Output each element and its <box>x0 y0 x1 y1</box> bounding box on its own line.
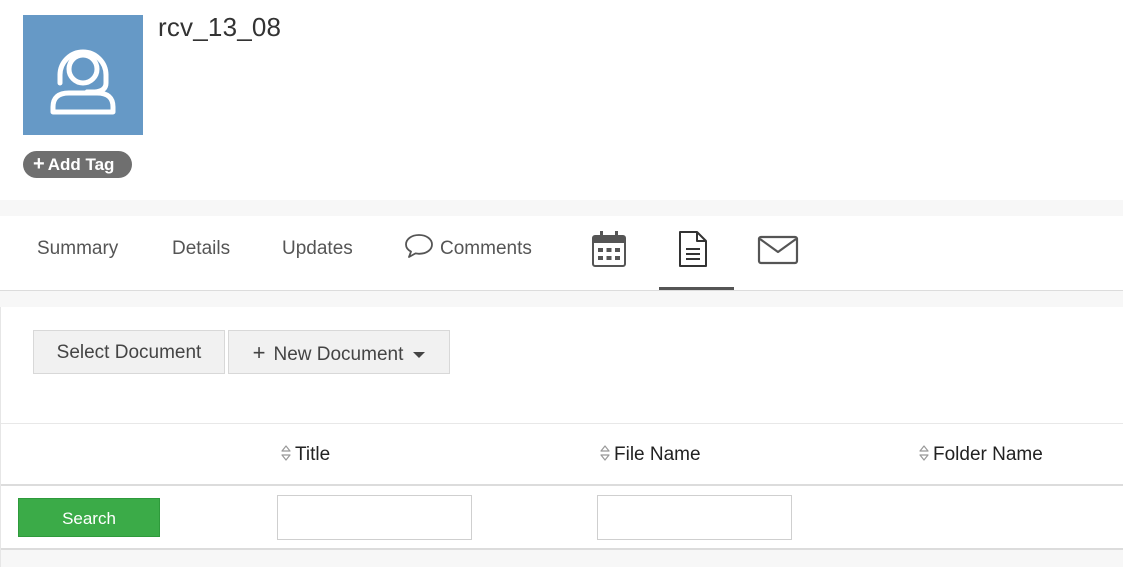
plus-icon: + <box>252 340 266 365</box>
sort-icon <box>919 445 929 461</box>
search-button[interactable]: Search <box>18 498 160 537</box>
avatar <box>23 15 143 135</box>
email-icon <box>757 235 799 265</box>
tab-updates[interactable]: Updates <box>282 216 353 290</box>
active-tab-indicator <box>659 287 734 290</box>
column-header-title[interactable]: Title <box>280 444 330 466</box>
tab-summary[interactable]: Summary <box>37 216 118 290</box>
new-document-button[interactable]: + New Document <box>228 330 450 374</box>
column-title-label: Title <box>295 444 331 465</box>
divider <box>1 484 1123 486</box>
sort-icon <box>281 445 291 461</box>
tab-comments-label: Comments <box>440 238 532 259</box>
column-header-folder-name[interactable]: Folder Name <box>918 444 1043 466</box>
tab-documents[interactable] <box>659 216 734 290</box>
divider <box>1 423 1123 424</box>
sort-icon <box>600 445 610 461</box>
add-tag-button[interactable]: + Add Tag <box>23 151 132 178</box>
headset-user-icon <box>50 49 116 115</box>
tab-calendar[interactable] <box>586 216 632 290</box>
record-title: rcv_13_08 <box>158 12 282 42</box>
tab-details[interactable]: Details <box>172 216 230 290</box>
documents-panel: Select Document + New Document Title File… <box>0 307 1123 567</box>
column-folder-name-label: Folder Name <box>933 444 1043 465</box>
column-header-file-name[interactable]: File Name <box>599 444 701 466</box>
tab-email[interactable] <box>752 216 804 290</box>
file-name-filter-input[interactable] <box>597 495 792 540</box>
divider-band <box>0 291 1123 307</box>
divider-band <box>0 200 1123 216</box>
new-document-label: New Document <box>273 344 404 365</box>
divider-band <box>1 550 1123 567</box>
add-tag-label: Add Tag <box>47 155 115 174</box>
tab-bar: Summary Details Updates Comments <box>0 216 1123 291</box>
caret-down-icon <box>413 351 426 358</box>
calendar-icon <box>592 231 626 267</box>
document-icon <box>679 231 707 267</box>
tab-comments[interactable]: Comments <box>404 216 532 290</box>
plus-icon: + <box>33 153 45 175</box>
comment-icon <box>405 234 433 258</box>
column-file-name-label: File Name <box>614 444 701 465</box>
title-filter-input[interactable] <box>277 495 472 540</box>
select-document-button[interactable]: Select Document <box>33 330 225 374</box>
